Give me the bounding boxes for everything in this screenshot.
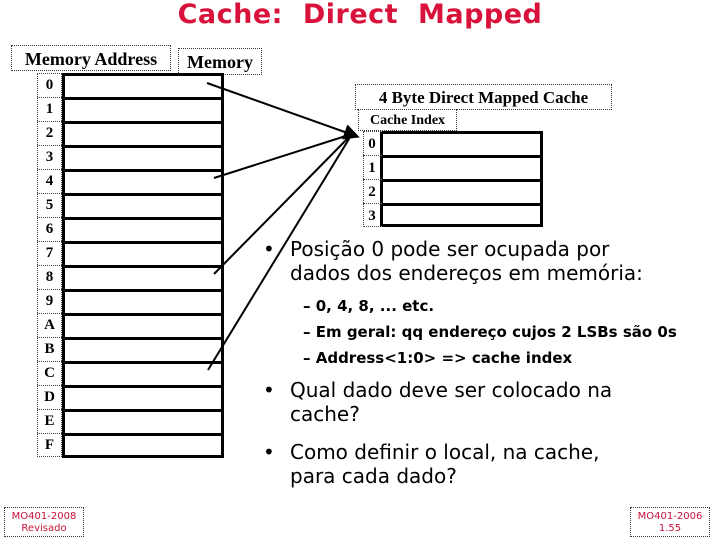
memory-cell	[65, 385, 221, 409]
memory-cell	[65, 361, 221, 385]
memory-block	[62, 73, 224, 458]
cache-cell	[382, 203, 540, 227]
mapping-line-0	[206, 82, 360, 140]
address-cell: 3	[37, 145, 62, 169]
cache-cell	[382, 179, 540, 203]
memory-cell	[65, 265, 221, 289]
cache-block	[382, 131, 543, 227]
address-cell: A	[37, 313, 62, 337]
memory-cell	[65, 313, 221, 337]
memory-cell	[65, 145, 221, 169]
footer-left-line: Revisado	[21, 523, 67, 534]
address-cell: 4	[37, 169, 62, 193]
memory-cell	[65, 121, 221, 145]
address-cell: E	[37, 409, 62, 433]
memory-cell	[65, 169, 221, 193]
memory-cell	[65, 73, 221, 97]
cache-cell	[382, 131, 540, 155]
footer-right-line: 1.55	[658, 523, 682, 534]
memory-cell	[65, 193, 221, 217]
address-cell: B	[37, 337, 62, 361]
bullet-dot-icon: •	[263, 440, 275, 464]
footer-left-line: MO401-2008	[11, 511, 77, 522]
memory-cell	[65, 241, 221, 265]
memory-cell	[65, 433, 221, 457]
cache-index-cell: 1	[363, 155, 383, 179]
footer-right: MO401-2006 1.55	[630, 507, 710, 537]
sub-bullet: – Em geral: qq endereço cujos 2 LSBs são…	[303, 323, 677, 341]
memory-cell	[65, 337, 221, 361]
bullet-line: Como definir o local, na cache,	[290, 440, 600, 464]
address-cell: 2	[37, 121, 62, 145]
address-cell: 9	[37, 289, 62, 313]
memory-address-header: Memory Address	[11, 45, 171, 71]
address-cell: 5	[37, 193, 62, 217]
cache-index-cell: 0	[363, 131, 383, 155]
footer-left: MO401-2008 Revisado	[4, 507, 84, 537]
address-cell: 0	[37, 73, 62, 97]
memory-cell	[65, 97, 221, 121]
bullet-line: dados dos endereços em memória:	[290, 261, 643, 285]
memory-cell	[65, 289, 221, 313]
footer-right-line: MO401-2006	[637, 511, 703, 522]
sub-bullet: – Address<1:0> => cache index	[303, 349, 573, 367]
bullet-line: para cada dado?	[290, 464, 457, 488]
address-cell: 1	[37, 97, 62, 121]
address-cell: C	[37, 361, 62, 385]
slide-title: Cache: Direct Mapped	[177, 0, 543, 30]
bullet-line: Posição 0 pode ser ocupada por	[290, 237, 610, 261]
memory-address-column: 0 1 2 3 4 5 6 7 8 9 A B C D E F	[37, 73, 62, 457]
memory-cell	[65, 409, 221, 433]
bullet-line: Qual dado deve ser colocado na	[290, 378, 613, 402]
address-cell: D	[37, 385, 62, 409]
cache-cell	[382, 155, 540, 179]
memory-cell	[65, 217, 221, 241]
address-cell: 7	[37, 241, 62, 265]
bullet-line: cache?	[290, 402, 360, 426]
cache-index-column: 0 1 2 3	[363, 131, 383, 227]
bullet-dot-icon: •	[263, 237, 275, 261]
cache-index-header: Cache Index	[358, 109, 457, 131]
bullet-dot-icon: •	[263, 378, 275, 402]
memory-header: Memory	[178, 48, 262, 75]
address-cell: 8	[37, 265, 62, 289]
mapping-line-4	[213, 133, 353, 179]
cache-title: 4 Byte Direct Mapped Cache	[355, 84, 612, 110]
address-cell: F	[37, 433, 62, 457]
address-cell: 6	[37, 217, 62, 241]
sub-bullet: – 0, 4, 8, ... etc.	[303, 297, 435, 315]
cache-index-cell: 3	[363, 203, 383, 227]
cache-index-cell: 2	[363, 179, 383, 203]
